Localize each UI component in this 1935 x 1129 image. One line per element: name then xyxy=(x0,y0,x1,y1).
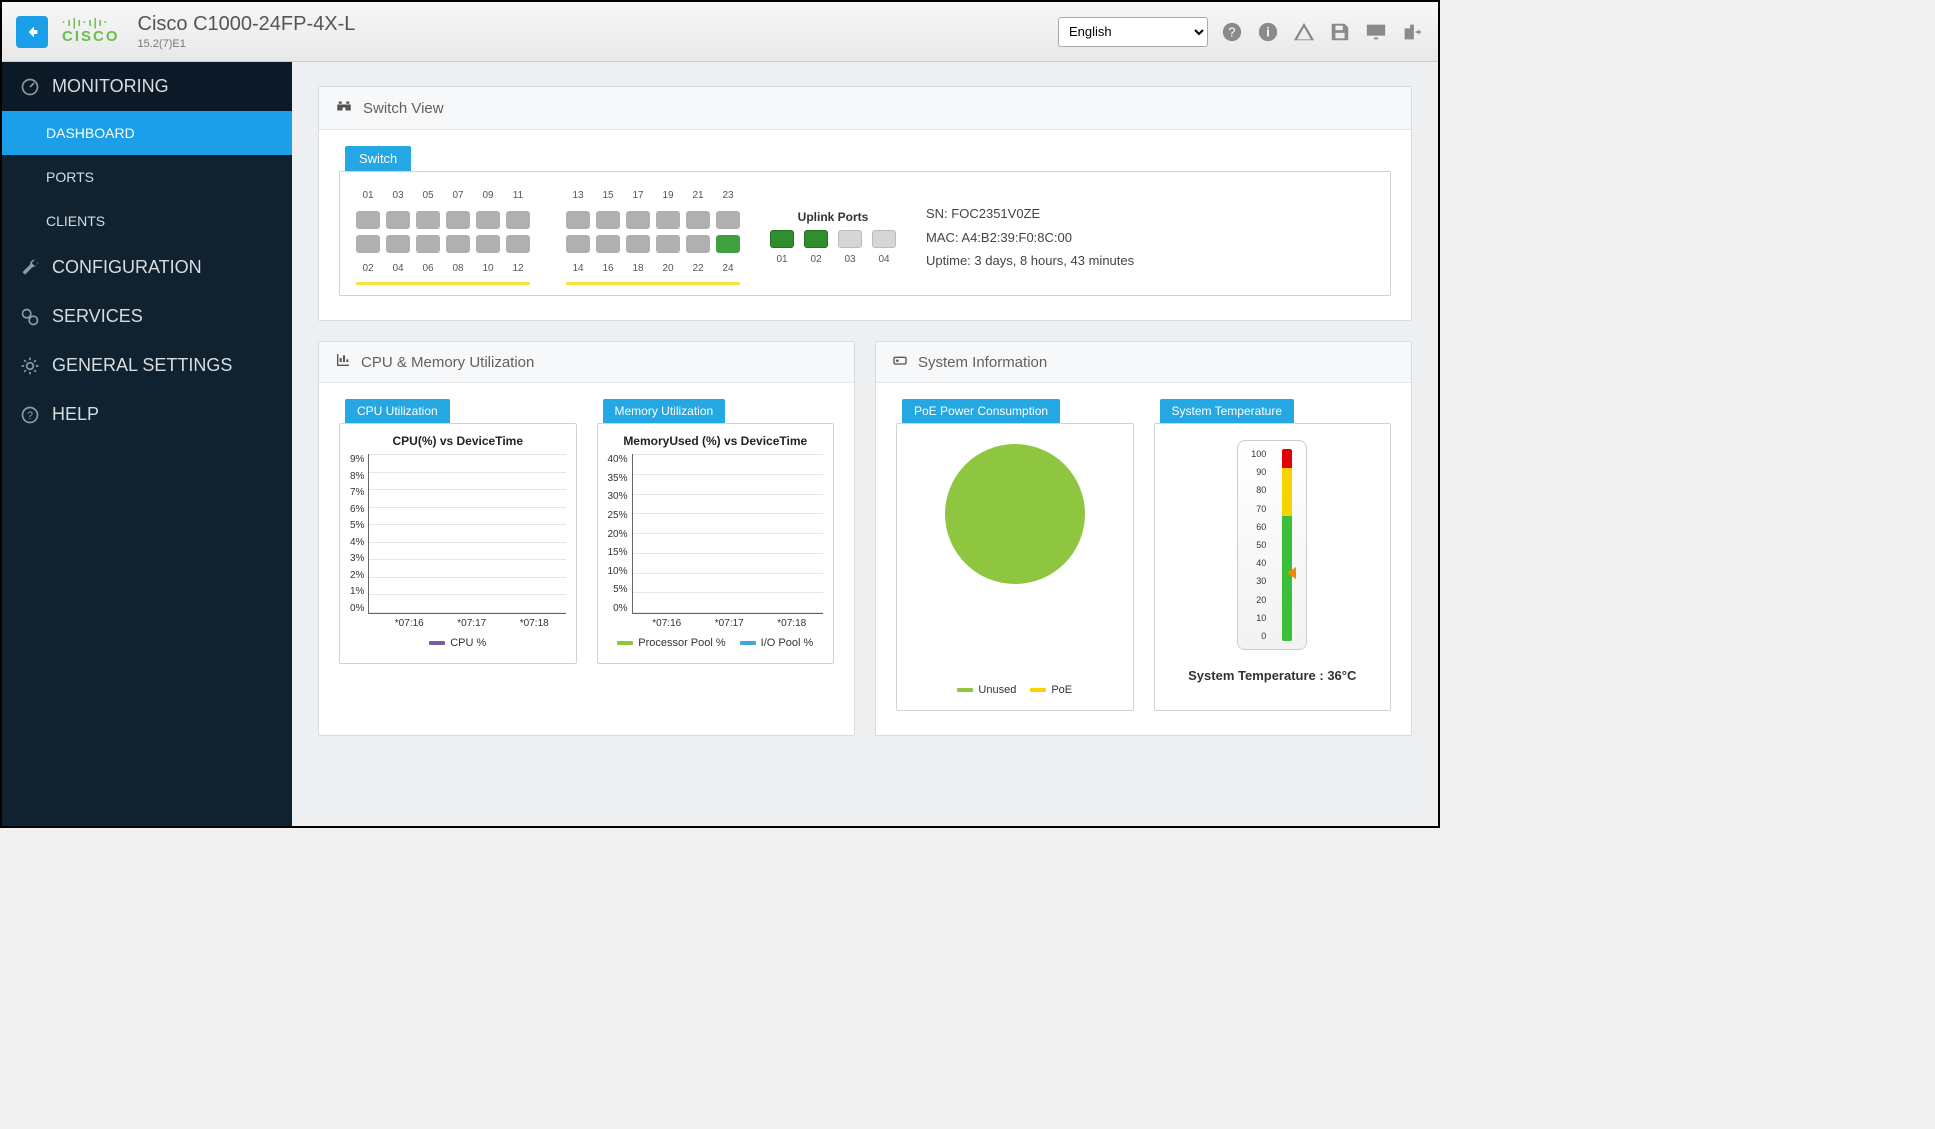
uplink-title: Uplink Ports xyxy=(798,210,869,224)
port-21[interactable] xyxy=(686,211,710,229)
temperature-gauge: System Temperature 100908070605040302010… xyxy=(1154,399,1392,711)
device-title: Cisco C1000-24FP-4X-L xyxy=(138,13,356,36)
panel-title: Switch View xyxy=(363,100,444,117)
panel-header: Switch View xyxy=(319,87,1411,130)
chart-tab: PoE Power Consumption xyxy=(902,399,1060,423)
port-24[interactable] xyxy=(716,235,740,253)
sidebar-section-monitoring[interactable]: MONITORING xyxy=(2,62,292,111)
port-04[interactable] xyxy=(386,235,410,253)
port-19[interactable] xyxy=(656,211,680,229)
port-05[interactable] xyxy=(416,211,440,229)
port-13[interactable] xyxy=(566,211,590,229)
chart-tab: System Temperature xyxy=(1160,399,1295,423)
back-button[interactable] xyxy=(16,16,48,48)
chart-title: CPU(%) vs DeviceTime xyxy=(350,434,566,448)
sidebar: MONITORING DASHBOARD PORTS CLIENTS CONFI… xyxy=(2,62,292,826)
port-16[interactable] xyxy=(596,235,620,253)
uplink-block: Uplink Ports 01020304 xyxy=(770,210,896,265)
bar-chart-icon xyxy=(335,352,351,372)
chart-tab: CPU Utilization xyxy=(345,399,450,423)
switch-info: SN: FOC2351V0ZE MAC: A4:B2:39:F0:8C:00 U… xyxy=(926,202,1134,272)
port-22[interactable] xyxy=(686,235,710,253)
panel-title: CPU & Memory Utilization xyxy=(361,354,534,371)
language-select[interactable]: English xyxy=(1058,17,1208,47)
device-title-block: Cisco C1000-24FP-4X-L 15.2(7)E1 xyxy=(138,13,356,50)
svg-text:?: ? xyxy=(1228,24,1235,39)
panel-cpu-memory: CPU & Memory Utilization CPU Utilization… xyxy=(318,341,855,736)
info-icon[interactable]: i xyxy=(1256,20,1280,44)
main-content: Switch View Switch 010305070911 02040608… xyxy=(292,62,1438,826)
cpu-chart: CPU Utilization CPU(%) vs DeviceTime 9%8… xyxy=(339,399,577,664)
gear-double-icon xyxy=(20,307,40,327)
sidebar-label: HELP xyxy=(52,404,99,425)
drive-icon xyxy=(892,352,908,372)
alert-icon[interactable] xyxy=(1292,20,1316,44)
port-20[interactable] xyxy=(656,235,680,253)
help-icon: ? xyxy=(20,405,40,425)
save-icon[interactable] xyxy=(1328,20,1352,44)
sidebar-label: MONITORING xyxy=(52,76,169,97)
device-version: 15.2(7)E1 xyxy=(138,38,356,50)
app-window: ·ı|ı·ı|ı· CISCO Cisco C1000-24FP-4X-L 15… xyxy=(0,0,1440,828)
port-18[interactable] xyxy=(626,235,650,253)
sidebar-label: CONFIGURATION xyxy=(52,257,202,278)
sidebar-item-dashboard[interactable]: DASHBOARD xyxy=(2,111,292,155)
port-07[interactable] xyxy=(446,211,470,229)
chart-title: MemoryUsed (%) vs DeviceTime xyxy=(608,434,824,448)
sidebar-section-services[interactable]: SERVICES xyxy=(2,292,292,341)
sidebar-label: SERVICES xyxy=(52,306,143,327)
monitor-icon[interactable] xyxy=(1364,20,1388,44)
port-03[interactable] xyxy=(386,211,410,229)
binoculars-icon xyxy=(335,97,353,119)
poe-chart: PoE Power Consumption Unused PoE xyxy=(896,399,1134,711)
port-17[interactable] xyxy=(626,211,650,229)
header-actions: English ? i xyxy=(1058,17,1424,47)
port-15[interactable] xyxy=(596,211,620,229)
port-09[interactable] xyxy=(476,211,500,229)
sidebar-section-general[interactable]: GENERAL SETTINGS xyxy=(2,341,292,390)
port-11[interactable] xyxy=(506,211,530,229)
sidebar-item-clients[interactable]: CLIENTS xyxy=(2,199,292,243)
port-rows: 010305070911 020406081012 131517192123 1… xyxy=(356,190,740,285)
header: ·ı|ı·ı|ı· CISCO Cisco C1000-24FP-4X-L 15… xyxy=(2,2,1438,62)
port-06[interactable] xyxy=(416,235,440,253)
port-14[interactable] xyxy=(566,235,590,253)
gear-icon xyxy=(20,356,40,376)
port-group-left: 010305070911 020406081012 xyxy=(356,190,530,285)
thermometer: 1009080706050403020100 xyxy=(1237,440,1307,650)
svg-text:?: ? xyxy=(27,410,33,422)
logout-icon[interactable] xyxy=(1400,20,1424,44)
pie-chart xyxy=(945,444,1085,584)
panel-switch-view: Switch View Switch 010305070911 02040608… xyxy=(318,86,1412,321)
port-10[interactable] xyxy=(476,235,500,253)
uplink-port-01[interactable] xyxy=(770,230,794,248)
gauge-icon xyxy=(20,77,40,97)
chart-tab: Memory Utilization xyxy=(603,399,726,423)
switch-tab[interactable]: Switch xyxy=(345,146,411,171)
panel-header: System Information xyxy=(876,342,1411,383)
uplink-port-02[interactable] xyxy=(804,230,828,248)
uplink-port-03[interactable] xyxy=(838,230,862,248)
sidebar-item-ports[interactable]: PORTS xyxy=(2,155,292,199)
switch-diagram: 010305070911 020406081012 131517192123 1… xyxy=(339,171,1391,296)
wrench-icon xyxy=(20,258,40,278)
panel-title: System Information xyxy=(918,354,1047,371)
port-23[interactable] xyxy=(716,211,740,229)
cisco-logo: ·ı|ı·ı|ı· CISCO xyxy=(62,17,120,46)
port-08[interactable] xyxy=(446,235,470,253)
help-icon[interactable]: ? xyxy=(1220,20,1244,44)
port-02[interactable] xyxy=(356,235,380,253)
temperature-label: System Temperature : 36°C xyxy=(1165,668,1381,683)
panel-system-info: System Information PoE Power Consumption… xyxy=(875,341,1412,736)
svg-text:i: i xyxy=(1266,24,1270,39)
port-01[interactable] xyxy=(356,211,380,229)
panel-header: CPU & Memory Utilization xyxy=(319,342,854,383)
port-12[interactable] xyxy=(506,235,530,253)
sidebar-section-help[interactable]: ? HELP xyxy=(2,390,292,439)
uplink-port-04[interactable] xyxy=(872,230,896,248)
sidebar-label: GENERAL SETTINGS xyxy=(52,355,232,376)
port-group-right: 131517192123 141618202224 xyxy=(566,190,740,285)
sidebar-section-configuration[interactable]: CONFIGURATION xyxy=(2,243,292,292)
memory-chart: Memory Utilization MemoryUsed (%) vs Dev… xyxy=(597,399,835,664)
